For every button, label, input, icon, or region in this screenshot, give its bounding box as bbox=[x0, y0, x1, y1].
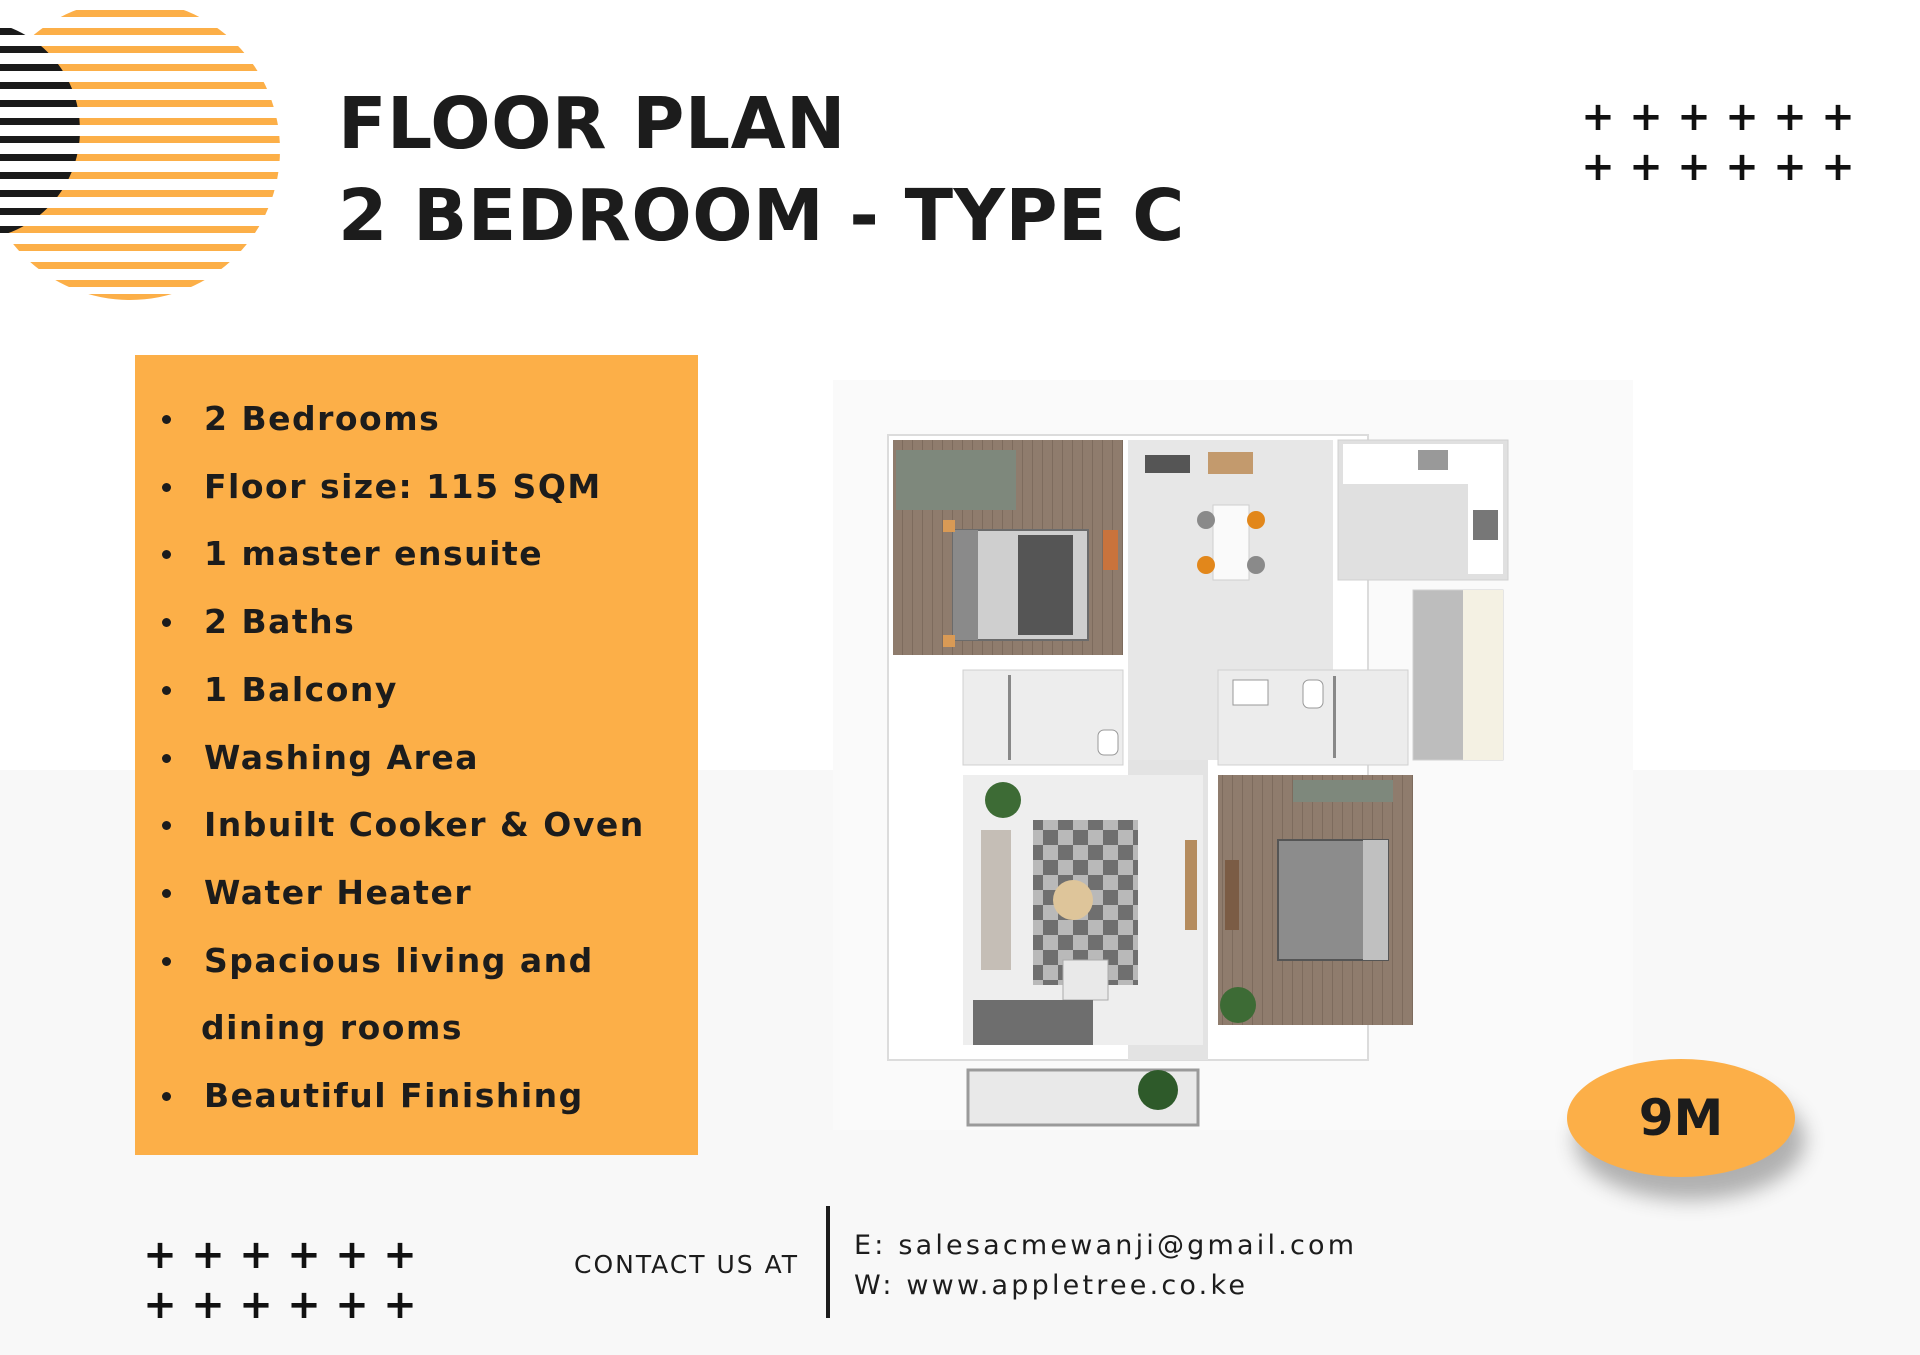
feature-item: Washing Area bbox=[135, 724, 698, 792]
contact-email[interactable]: E: salesacmewanji@gmail.com bbox=[854, 1230, 1357, 1261]
contact-website[interactable]: W: www.appletree.co.ke bbox=[854, 1270, 1248, 1301]
plus-icon: + bbox=[1821, 94, 1855, 140]
feature-item: 1 Balcony bbox=[135, 656, 698, 724]
plus-icon: + bbox=[1581, 144, 1615, 190]
plus-icon: + bbox=[191, 1282, 225, 1328]
plus-icon: + bbox=[1773, 94, 1807, 140]
feature-item: Water Heater bbox=[135, 859, 698, 927]
feature-item-continuation: dining rooms bbox=[201, 1008, 463, 1048]
features-list: 2 Bedrooms Floor size: 115 SQM 1 master … bbox=[135, 385, 698, 1130]
plus-icon: + bbox=[1581, 94, 1615, 140]
striped-sun-icon bbox=[0, 0, 280, 300]
plus-icon: + bbox=[1677, 144, 1711, 190]
feature-item: Spacious living and bbox=[135, 927, 698, 995]
plus-icon: + bbox=[1725, 94, 1759, 140]
plus-icon: + bbox=[1725, 144, 1759, 190]
plus-icon: + bbox=[335, 1232, 369, 1278]
bullet-icon bbox=[162, 482, 171, 492]
feature-item: Beautiful Finishing bbox=[135, 1062, 698, 1130]
feature-item: Floor size: 115 SQM bbox=[135, 453, 698, 521]
bullet-icon bbox=[162, 415, 171, 424]
feature-item: 2 Bedrooms bbox=[135, 385, 698, 453]
bullet-icon bbox=[162, 753, 171, 763]
plus-icon: + bbox=[143, 1232, 177, 1278]
plus-icon: + bbox=[1821, 144, 1855, 190]
plus-icon: + bbox=[239, 1232, 273, 1278]
floor-plan-drawing bbox=[887, 434, 1509, 1127]
plus-icon: + bbox=[143, 1282, 177, 1328]
bullet-icon bbox=[162, 956, 171, 966]
features-card: 2 Bedrooms Floor size: 115 SQM 1 master … bbox=[135, 355, 698, 1155]
bullet-icon bbox=[162, 1092, 171, 1102]
bullet-icon bbox=[162, 618, 171, 628]
bullet-icon bbox=[162, 888, 171, 898]
contact-divider bbox=[826, 1206, 830, 1318]
title-line-2: 2 BEDROOM - TYPE C bbox=[338, 174, 1185, 257]
plus-icon: + bbox=[1773, 144, 1807, 190]
price-badge: 9M bbox=[1567, 1059, 1795, 1177]
bullet-icon bbox=[162, 550, 171, 560]
title-line-1: FLOOR PLAN bbox=[338, 82, 846, 165]
plus-icon: + bbox=[287, 1282, 321, 1328]
plus-icon: + bbox=[383, 1232, 417, 1278]
plus-icon: + bbox=[287, 1232, 321, 1278]
plus-icon: + bbox=[239, 1282, 273, 1328]
bullet-icon bbox=[162, 685, 171, 695]
contact-label: CONTACT US AT bbox=[574, 1250, 800, 1279]
plus-icon: + bbox=[191, 1232, 225, 1278]
feature-item: 2 Baths bbox=[135, 588, 698, 656]
plus-icon: + bbox=[1677, 94, 1711, 140]
feature-item: Inbuilt Cooker & Oven bbox=[135, 791, 698, 859]
plus-icon: + bbox=[335, 1282, 369, 1328]
plus-icon: + bbox=[383, 1282, 417, 1328]
plus-pattern-bottom-left: + + + + + + + + + + + + bbox=[136, 1230, 424, 1330]
plus-pattern-top-right: + + + + + + + + + + + + bbox=[1574, 92, 1862, 192]
bullet-icon bbox=[162, 821, 171, 831]
page-title: FLOOR PLAN 2 BEDROOM - TYPE C bbox=[338, 78, 1185, 262]
feature-item: 1 master ensuite bbox=[135, 520, 698, 588]
plus-icon: + bbox=[1629, 144, 1663, 190]
floor-plan-image bbox=[833, 380, 1633, 1130]
plus-icon: + bbox=[1629, 94, 1663, 140]
